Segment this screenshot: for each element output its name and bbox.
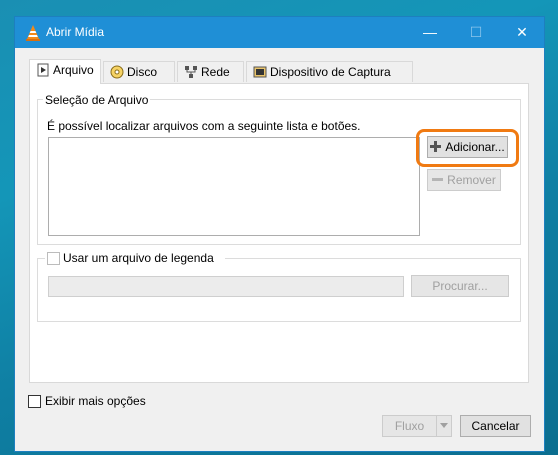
tab-dispositivo-de-captura[interactable]: Dispositivo de Captura [246,61,413,82]
minimize-button[interactable]: — [407,17,453,48]
tab-label: Disco [127,65,158,79]
capture-device-icon [253,66,267,78]
tab-label: Arquivo [53,63,94,77]
tab-disco[interactable]: Disco [103,61,175,82]
tab-rede[interactable]: Rede [177,61,244,82]
subtitle-checkbox-label: Usar um arquivo de legenda [63,251,214,265]
cancel-button[interactable]: Cancelar [460,415,531,437]
stream-dropdown-button[interactable] [436,415,452,437]
tab-label: Rede [201,65,230,79]
minus-icon [432,178,444,181]
vlc-cone-icon [26,25,40,41]
network-icon [185,66,197,78]
window-title: Abrir Mídia [46,25,105,39]
open-media-dialog: Abrir Mídia — ☐ ✕ Arquivo Disco Rede Dis… [14,16,545,452]
browse-subtitle-button[interactable]: Procurar... [411,275,509,297]
file-play-icon [37,63,49,77]
more-options-checkbox[interactable] [28,395,41,408]
maximize-button[interactable]: ☐ [453,17,499,48]
remove-file-label: Remover [447,173,496,187]
file-selection-group-title: Seleção de Arquivo [43,93,151,107]
tab-arquivo[interactable]: Arquivo [29,59,101,84]
add-file-label: Adicionar... [445,140,505,154]
title-bar[interactable]: Abrir Mídia — ☐ ✕ [15,17,544,48]
subtitle-file-field[interactable] [48,276,404,297]
stream-button[interactable]: Fluxo [382,415,437,437]
tab-label: Dispositivo de Captura [270,65,391,79]
close-button[interactable]: ✕ [499,17,545,48]
more-options-label: Exibir mais opções [45,394,146,408]
plus-icon [430,141,442,152]
remove-file-button[interactable]: Remover [427,169,501,191]
file-list[interactable] [48,137,420,236]
disc-icon [110,65,124,79]
file-selection-description: É possível localizar arquivos com a segu… [47,119,361,133]
add-file-button[interactable]: Adicionar... [427,136,508,158]
chevron-down-icon [440,423,448,428]
subtitle-checkbox[interactable] [47,252,60,265]
